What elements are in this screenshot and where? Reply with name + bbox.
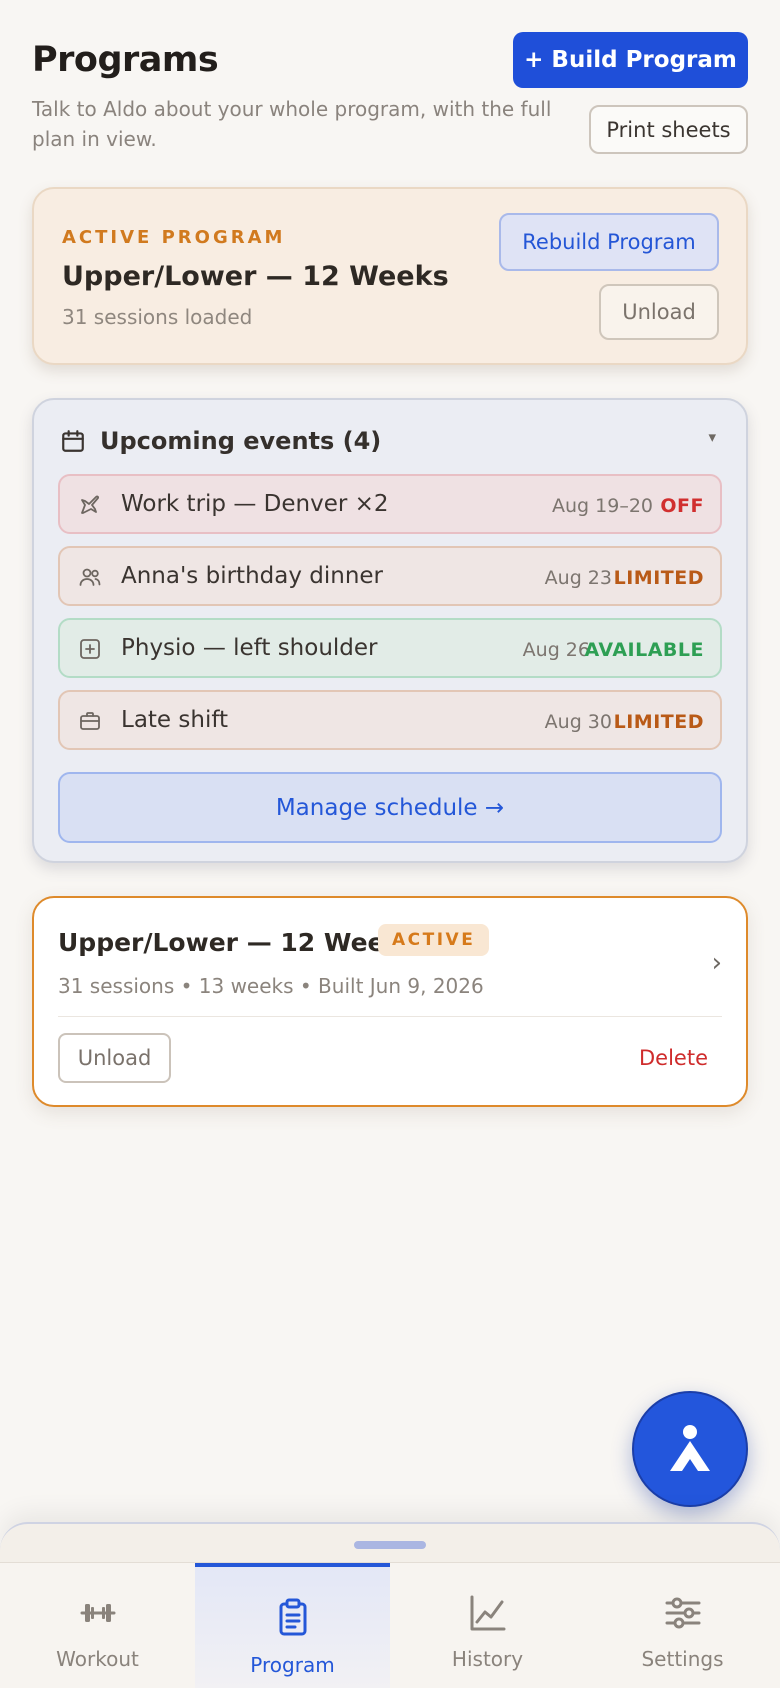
sheet-drag-handle[interactable] [354,1541,426,1549]
collapse-caret-icon[interactable]: ▾ [708,428,716,446]
print-sheets-button[interactable]: Print sheets [589,105,748,154]
program-meta: 31 sessions • 13 weeks • Built Jun 9, 20… [58,974,484,998]
clipboard-icon [279,1598,306,1636]
briefcase-icon [80,712,100,730]
calendar-icon [62,430,84,452]
bottom-nav: Workout Program History Settings [0,1562,780,1688]
page-subtitle: Talk to Aldo about your whole program, w… [32,97,552,151]
delete-program-button[interactable]: Delete [639,1046,708,1070]
sliders-icon [665,1597,700,1629]
event-status: LIMITED [613,711,704,733]
nav-tab-settings[interactable]: Settings [585,1563,780,1688]
event-date: Aug 23 [544,567,612,589]
event-date: Aug 30 [544,711,612,733]
medical-plus-icon [80,639,100,659]
unload-active-button[interactable]: Unload [599,284,719,340]
event-status: OFF [660,495,704,517]
event-row[interactable]: Late shift Aug 30 LIMITED [58,690,722,750]
program-name: Upper/Lower — 12 Weeks [58,928,416,957]
nav-tab-workout[interactable]: Workout [0,1563,195,1688]
aldo-assistant-button[interactable] [632,1391,748,1507]
nav-label: History [451,1647,524,1671]
upcoming-events-title: Upcoming events (4) [100,427,382,455]
active-program-card: ACTIVE PROGRAM Upper/Lower — 12 Weeks 31… [32,187,748,365]
unload-program-button[interactable]: Unload [58,1033,171,1083]
program-card[interactable]: Upper/Lower — 12 Weeks ACTIVE 31 session… [32,896,748,1107]
programs-page: Programs Talk to Aldo about your whole p… [0,0,780,1688]
page-title: Programs [32,40,219,80]
chart-icon [470,1595,505,1631]
nav-tab-program[interactable]: Program [195,1563,390,1688]
nav-tab-history[interactable]: History [390,1563,585,1688]
plane-icon [81,495,99,514]
event-status: LIMITED [613,567,704,589]
event-row[interactable]: Anna's birthday dinner Aug 23 LIMITED [58,546,722,606]
manage-schedule-button[interactable]: Manage schedule → [58,772,722,843]
nav-label: Workout [56,1647,139,1671]
aldo-logo-icon [670,1425,710,1471]
build-program-button[interactable]: + Build Program [513,32,748,88]
event-date: Aug 19–20 [552,495,653,517]
upcoming-events-header[interactable]: Upcoming events (4) [60,426,381,456]
dumbbell-icon [80,1604,115,1622]
event-name: Work trip — Denver ×2 [121,491,389,517]
event-name: Late shift [121,707,229,733]
active-badge: ACTIVE [378,924,490,956]
active-program-sessions: 31 sessions loaded [62,305,253,329]
nav-label: Program [250,1653,335,1677]
people-icon [79,568,101,586]
event-date: Aug 26 [522,639,590,661]
bottom-sheet[interactable] [0,1522,780,1562]
event-name: Physio — left shoulder [121,635,378,661]
chevron-right-icon[interactable]: › [712,948,722,978]
event-row[interactable]: Physio — left shoulder Aug 26 AVAILABLE [58,618,722,678]
active-program-name: Upper/Lower — 12 Weeks [62,261,449,292]
event-row[interactable]: Work trip — Denver ×2 Aug 19–20 OFF [58,474,722,534]
active-program-kicker: ACTIVE PROGRAM [62,227,286,248]
divider [58,1016,722,1017]
event-status: AVAILABLE [584,639,704,661]
nav-label: Settings [641,1647,724,1671]
upcoming-events-panel: Upcoming events (4) ▾ Work trip — Denver… [32,398,748,863]
event-name: Anna's birthday dinner [121,563,384,589]
rebuild-program-button[interactable]: Rebuild Program [499,213,719,271]
